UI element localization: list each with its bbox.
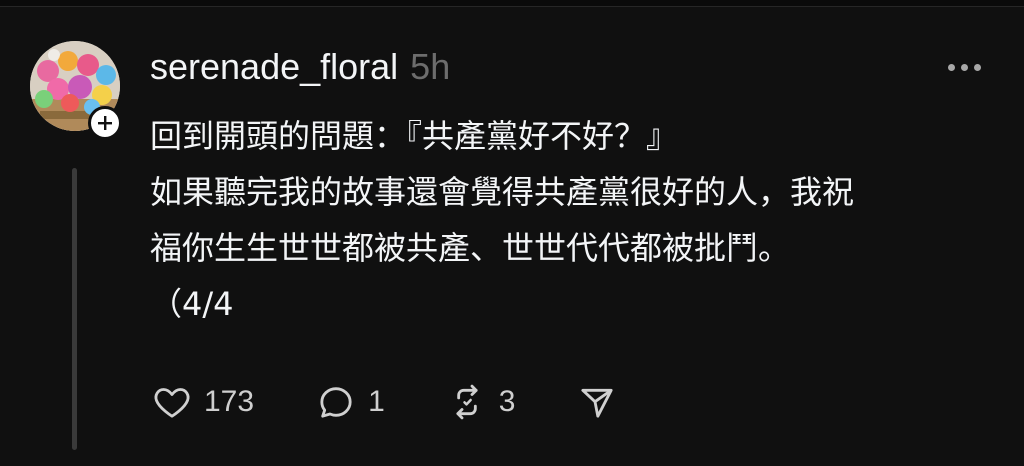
thread-line: [72, 168, 77, 450]
repost-icon: [456, 384, 478, 420]
comment-icon: [320, 387, 352, 418]
send-icon: [581, 388, 614, 418]
post-header: serenade_floral 5h: [150, 46, 450, 92]
post-text-line: 如果聽完我的故事還會覺得共產黨很好的人，我祝: [150, 173, 855, 211]
more-dot-icon: [960, 63, 968, 71]
plus-icon: [98, 116, 112, 130]
repost-button[interactable]: 3: [447, 382, 516, 422]
timestamp[interactable]: 5h: [410, 46, 450, 88]
heart-icon: [154, 388, 190, 418]
more-options-button[interactable]: [940, 56, 988, 78]
top-divider: [0, 0, 1024, 7]
post-text-line: （4/4: [150, 285, 234, 323]
like-button[interactable]: 173: [152, 382, 254, 422]
reply-button[interactable]: 1: [316, 382, 385, 422]
share-button[interactable]: [577, 382, 617, 422]
post-text: 回到開頭的問題：『共產黨好不好？』 如果聽完我的故事還會覺得共產黨很好的人，我祝…: [150, 108, 1010, 332]
more-dot-icon: [973, 63, 981, 71]
username[interactable]: serenade_floral: [150, 46, 398, 88]
post-text-line: 福你生生世世都被共產、世世代代都被批鬥。: [150, 229, 791, 267]
reply-count: 1: [368, 385, 385, 418]
more-dot-icon: [947, 63, 955, 71]
action-bar: 173 1 3: [152, 380, 679, 424]
repost-count: 3: [498, 385, 516, 418]
post-text-line: 回到開頭的問題：『共產黨好不好？』: [150, 117, 679, 155]
like-count: 173: [204, 385, 255, 418]
follow-button[interactable]: [88, 106, 122, 140]
